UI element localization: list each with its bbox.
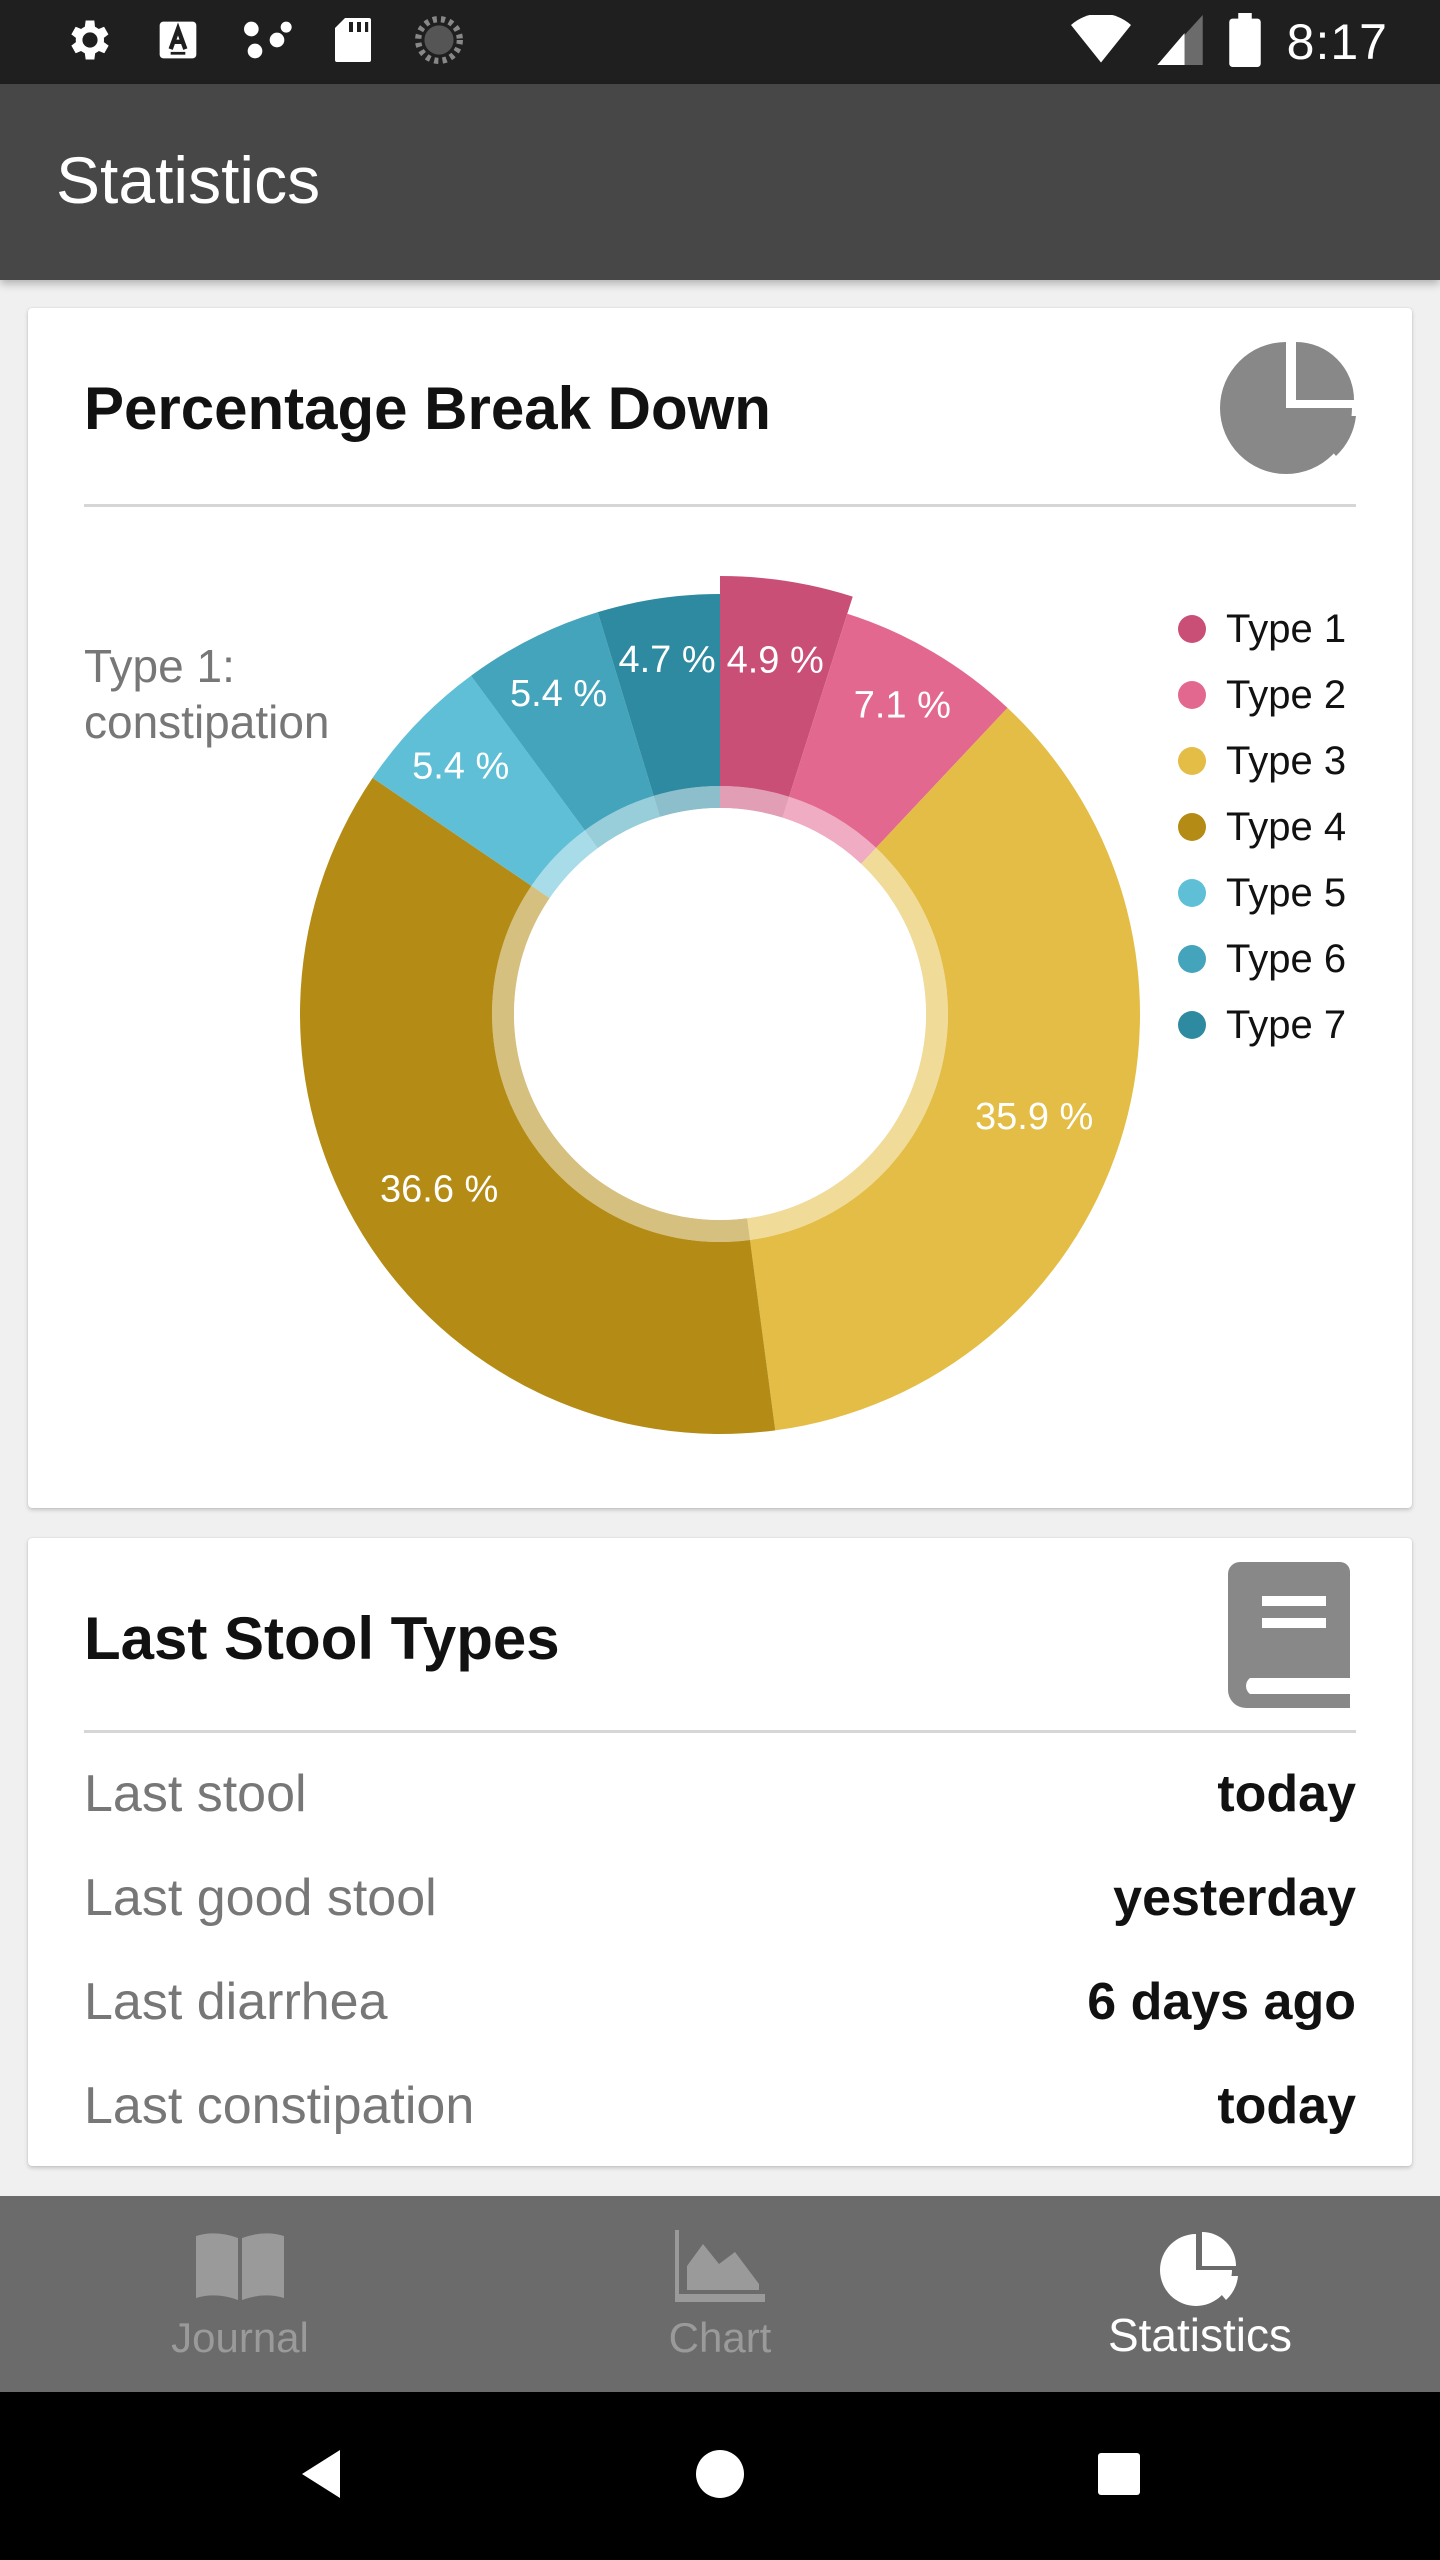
- status-bar: 8:17: [0, 0, 1440, 84]
- connection-icon: [240, 18, 292, 67]
- nav-item-chart[interactable]: Chart: [480, 2196, 960, 2392]
- stat-row-last-diarrhea: Last diarrhea 6 days ago: [84, 1948, 1356, 2052]
- slice-label-type-1: 4.9 %: [727, 639, 824, 681]
- cellular-icon: [1156, 14, 1203, 70]
- stat-label: Last good stool: [84, 1869, 437, 1927]
- stat-value: 6 days ago: [1087, 1973, 1356, 2031]
- nav-label: Chart: [668, 2314, 772, 2361]
- legend-swatch: [1178, 747, 1206, 775]
- legend-item-type-2: Type 2: [1178, 662, 1346, 728]
- legend-label: Type 3: [1226, 738, 1347, 783]
- legend-item-type-5: Type 5: [1178, 860, 1346, 926]
- stat-label: Last stool: [84, 1765, 307, 1823]
- slice-label-type-5: 5.4 %: [412, 745, 509, 787]
- legend-swatch: [1178, 813, 1206, 841]
- card-divider: [84, 1730, 1356, 1733]
- last-stool-types-card: Last Stool Types Last stool today Last g…: [28, 1538, 1412, 2166]
- recents-icon[interactable]: [1096, 2444, 1142, 2509]
- a-icon: [156, 18, 200, 67]
- stat-row-last-good-stool: Last good stool yesterday: [84, 1844, 1356, 1948]
- stat-value: yesterday: [1113, 1869, 1356, 1927]
- slice-label-type-4: 36.6 %: [380, 1168, 498, 1210]
- legend-swatch: [1178, 945, 1206, 973]
- legend-swatch: [1178, 1011, 1206, 1039]
- legend-swatch: [1178, 879, 1206, 907]
- system-navigation-bar: [0, 2392, 1440, 2560]
- status-icons-left: [64, 14, 464, 70]
- card-title: Last Stool Types: [84, 1605, 560, 1672]
- pie-chart-icon: [1158, 2230, 1242, 2315]
- slice-label-type-6: 5.4 %: [510, 673, 607, 715]
- legend-swatch: [1178, 615, 1206, 643]
- legend-item-type-1: Type 1: [1178, 596, 1346, 662]
- area-chart-icon: [675, 2230, 765, 2307]
- stat-row-last-constipation: Last constipation today: [84, 2052, 1356, 2156]
- status-icons-right: 8:17: [1070, 12, 1388, 72]
- spinner-icon: [414, 15, 464, 70]
- wifi-icon: [1070, 13, 1131, 70]
- legend-item-type-3: Type 3: [1178, 728, 1346, 794]
- nav-label: Statistics: [1107, 2309, 1293, 2361]
- stat-label: Last diarrhea: [84, 1973, 388, 2031]
- percentage-breakdown-card: Percentage Break Down Type 1: constipati…: [28, 308, 1412, 1508]
- page-title: Statistics: [56, 143, 321, 217]
- legend-label: Type 2: [1226, 672, 1347, 717]
- status-time: 8:17: [1286, 14, 1388, 70]
- settings-icon: [64, 14, 116, 71]
- sd-card-icon: [332, 16, 374, 69]
- slice-label-type-7: 4.7 %: [618, 639, 715, 681]
- bottom-navigation: Journal Chart Statistics: [0, 2196, 1440, 2392]
- chart-legend: Type 1 Type 2 Type 3 Type 4 Type 5 Type 6 Type…: [1178, 596, 1346, 1058]
- book-icon: [1224, 1562, 1354, 1713]
- stat-label: Last constipation: [84, 2077, 475, 2135]
- book-open-icon: [194, 2230, 286, 2305]
- legend-item-type-4: Type 4: [1178, 794, 1346, 860]
- home-icon[interactable]: [696, 2444, 744, 2509]
- legend-item-type-7: Type 7: [1178, 992, 1346, 1058]
- stat-value: today: [1217, 1765, 1356, 1823]
- legend-item-type-6: Type 6: [1178, 926, 1346, 992]
- slice-label-type-3: 35.9 %: [975, 1096, 1093, 1138]
- legend-label: Type 5: [1226, 870, 1347, 915]
- app-bar: Statistics: [0, 84, 1440, 280]
- slice-label-type-2: 7.1 %: [854, 685, 951, 727]
- legend-label: Type 4: [1226, 804, 1347, 849]
- nav-label: Journal: [171, 2314, 309, 2361]
- stat-value: today: [1217, 2077, 1356, 2135]
- donut-hole: [514, 808, 926, 1220]
- back-icon[interactable]: [296, 2444, 346, 2509]
- nav-item-statistics[interactable]: Statistics: [960, 2196, 1440, 2392]
- stat-row-last-stool: Last stool today: [84, 1740, 1356, 1844]
- legend-label: Type 1: [1226, 606, 1347, 651]
- legend-swatch: [1178, 681, 1206, 709]
- battery-icon: [1228, 12, 1261, 72]
- nav-item-journal[interactable]: Journal: [0, 2196, 480, 2392]
- legend-label: Type 7: [1226, 1002, 1347, 1047]
- legend-label: Type 6: [1226, 936, 1347, 981]
